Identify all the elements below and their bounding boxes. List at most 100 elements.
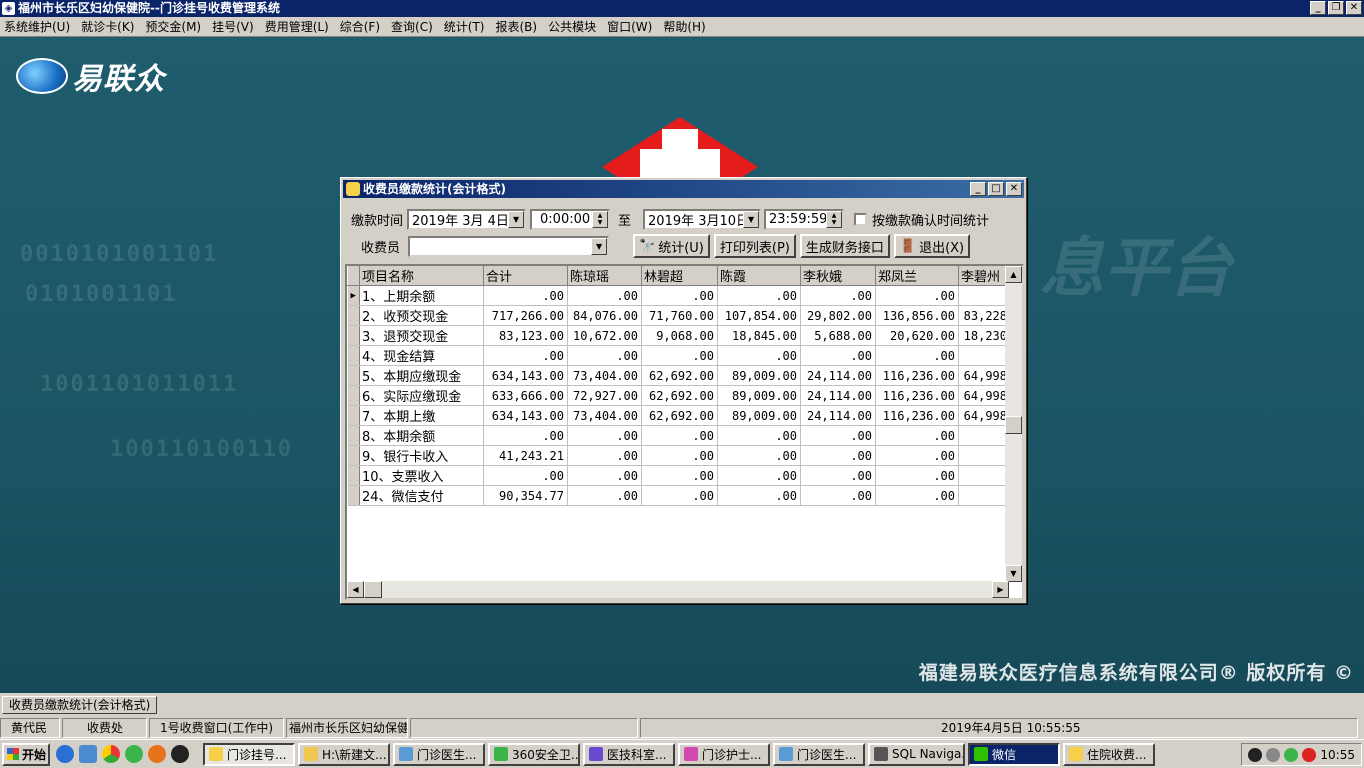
scroll-thumb-h[interactable] <box>364 581 382 598</box>
table-row[interactable]: 9、银行卡收入 41,243.21.00.00.00.00.00 <box>347 445 1011 466</box>
amount-cell[interactable]: .00 <box>641 465 718 486</box>
task-folder[interactable]: H:\新建文... <box>298 742 390 766</box>
scroll-thumb[interactable] <box>1005 416 1022 434</box>
item-name-cell[interactable]: 9、银行卡收入 <box>359 445 484 466</box>
amount-cell[interactable] <box>958 285 1011 306</box>
row-indicator[interactable] <box>347 305 360 326</box>
table-row[interactable]: 24、微信支付 90,354.77.00.00.00.00.00 <box>347 485 1011 506</box>
amount-cell[interactable]: .00 <box>875 345 959 366</box>
amount-cell[interactable]: .00 <box>567 465 642 486</box>
row-indicator[interactable] <box>347 485 360 506</box>
table-row[interactable]: 6、实际应缴现金 633,666.00 72,927.00 62,692.00 89,0… <box>347 385 1011 406</box>
menu-system[interactable]: 系统维护(U) <box>4 18 70 35</box>
amount-cell[interactable]: 64,998 <box>958 385 1011 406</box>
amount-cell[interactable]: .00 <box>567 345 642 366</box>
row-indicator[interactable] <box>347 405 360 426</box>
amount-cell[interactable]: 20,620.00 <box>875 325 959 346</box>
amount-cell[interactable]: .00 <box>800 445 876 466</box>
amount-cell[interactable] <box>958 425 1011 446</box>
amount-cell[interactable] <box>958 485 1011 506</box>
spinner-arrows-icon[interactable]: ▲ ▼ <box>826 210 843 228</box>
restore-button[interactable]: ❐ <box>1328 1 1344 15</box>
column-header[interactable]: 合计 <box>483 266 568 286</box>
amount-cell[interactable] <box>958 465 1011 486</box>
row-indicator[interactable] <box>347 465 360 486</box>
date-to-picker[interactable]: 2019年 3月10日 ▼ <box>643 208 762 230</box>
menu-card[interactable]: 就诊卡(K) <box>81 18 134 35</box>
dialog-title-bar[interactable]: 收费员缴款统计(会计格式) _ □ ✕ <box>343 180 1024 198</box>
amount-cell[interactable]: 89,009.00 <box>717 365 801 386</box>
row-indicator[interactable] <box>347 365 360 386</box>
row-indicator[interactable] <box>347 445 360 466</box>
amount-cell[interactable]: .00 <box>483 345 568 366</box>
amount-cell[interactable]: 64,998 <box>958 365 1011 386</box>
firefox-icon[interactable] <box>148 745 166 763</box>
amount-cell[interactable]: 89,009.00 <box>717 385 801 406</box>
network-tray-icon[interactable] <box>1266 747 1281 762</box>
amount-cell[interactable]: 72,927.00 <box>567 385 642 406</box>
amount-cell[interactable] <box>958 345 1011 366</box>
amount-cell[interactable]: 10,672.00 <box>567 325 642 346</box>
cashier-select[interactable]: ▼ <box>408 235 610 257</box>
amount-cell[interactable]: .00 <box>717 485 801 506</box>
item-name-cell[interactable]: 2、收预交现金 <box>359 305 484 326</box>
stat-button[interactable]: 🔭 统计(U) <box>633 234 710 258</box>
desktop-icon[interactable] <box>79 745 97 763</box>
item-name-cell[interactable]: 10、支票收入 <box>359 465 484 486</box>
amount-cell[interactable]: .00 <box>717 345 801 366</box>
scroll-left-icon[interactable]: ◀ <box>347 581 364 598</box>
row-indicator[interactable] <box>347 425 360 446</box>
task-outpatient-register[interactable]: 门诊挂号... <box>203 742 295 766</box>
amount-cell[interactable]: .00 <box>800 285 876 306</box>
scroll-up-icon[interactable]: ▲ <box>1005 266 1022 283</box>
column-header[interactable]: 项目名称 <box>359 266 484 286</box>
task-outpatient-doctor[interactable]: 门诊医生... <box>393 742 485 766</box>
amount-cell[interactable]: .00 <box>567 485 642 506</box>
table-row[interactable]: 8、本期余额 .00.00.00.00.00.00 <box>347 425 1011 446</box>
amount-cell[interactable]: .00 <box>567 425 642 446</box>
item-name-cell[interactable]: 8、本期余额 <box>359 425 484 446</box>
generate-finance-button[interactable]: 生成财务接口 <box>799 234 890 258</box>
amount-cell[interactable]: .00 <box>800 345 876 366</box>
amount-cell[interactable]: 62,692.00 <box>641 365 718 386</box>
dialog-close-button[interactable]: ✕ <box>1006 182 1022 196</box>
menu-fees[interactable]: 费用管理(L) <box>265 18 329 35</box>
amount-cell[interactable]: .00 <box>641 425 718 446</box>
column-header[interactable]: 郑凤兰 <box>875 266 959 286</box>
amount-cell[interactable]: 5,688.00 <box>800 325 876 346</box>
stop-tray-icon[interactable] <box>1302 747 1317 762</box>
menu-deposit[interactable]: 预交金(M) <box>145 18 201 35</box>
close-button[interactable]: ✕ <box>1346 1 1362 15</box>
item-name-cell[interactable]: 5、本期应缴现金 <box>359 365 484 386</box>
item-name-cell[interactable]: 6、实际应缴现金 <box>359 385 484 406</box>
date-from-picker[interactable]: 2019年 3月 4日 ▼ <box>407 208 527 230</box>
amount-cell[interactable]: 116,236.00 <box>875 405 959 426</box>
menu-general[interactable]: 综合(F) <box>340 18 380 35</box>
row-indicator[interactable] <box>347 345 360 366</box>
table-row[interactable]: 7、本期上缴 634,143.00 73,404.00 62,692.00 89,009… <box>347 405 1011 426</box>
amount-cell[interactable]: .00 <box>641 345 718 366</box>
amount-cell[interactable]: .00 <box>567 285 642 306</box>
amount-cell[interactable]: 62,692.00 <box>641 405 718 426</box>
row-indicator[interactable]: ▶ <box>347 285 360 306</box>
dropdown-arrow-icon[interactable]: ▼ <box>508 210 525 228</box>
amount-cell[interactable]: 89,009.00 <box>717 405 801 426</box>
amount-cell[interactable]: .00 <box>717 285 801 306</box>
checkbox-box[interactable] <box>854 212 868 226</box>
amount-cell[interactable]: .00 <box>641 445 718 466</box>
table-row[interactable]: 5、本期应缴现金 634,143.00 73,404.00 62,692.00 89,0… <box>347 365 1011 386</box>
amount-cell[interactable]: 116,236.00 <box>875 385 959 406</box>
row-indicator[interactable] <box>347 325 360 346</box>
task-outpatient-doctor-2[interactable]: 门诊医生... <box>773 742 865 766</box>
dropdown-arrow-icon[interactable]: ▼ <box>743 210 760 228</box>
dialog-minimize-button[interactable]: _ <box>970 182 986 196</box>
amount-cell[interactable]: 29,802.00 <box>800 305 876 326</box>
column-header[interactable]: 陈琼瑶 <box>567 266 642 286</box>
vertical-scrollbar[interactable]: ▲ ▼ <box>1005 266 1022 582</box>
amount-cell[interactable]: .00 <box>875 425 959 446</box>
task-sql-navigator[interactable]: SQL Naviga... <box>868 742 965 766</box>
table-row[interactable]: 2、收预交现金 717,266.00 84,076.00 71,760.00 107,8… <box>347 305 1011 326</box>
minimize-button[interactable]: _ <box>1310 1 1326 15</box>
table-row[interactable]: 10、支票收入 .00.00.00.00.00.00 <box>347 465 1011 486</box>
amount-cell[interactable]: 116,236.00 <box>875 365 959 386</box>
